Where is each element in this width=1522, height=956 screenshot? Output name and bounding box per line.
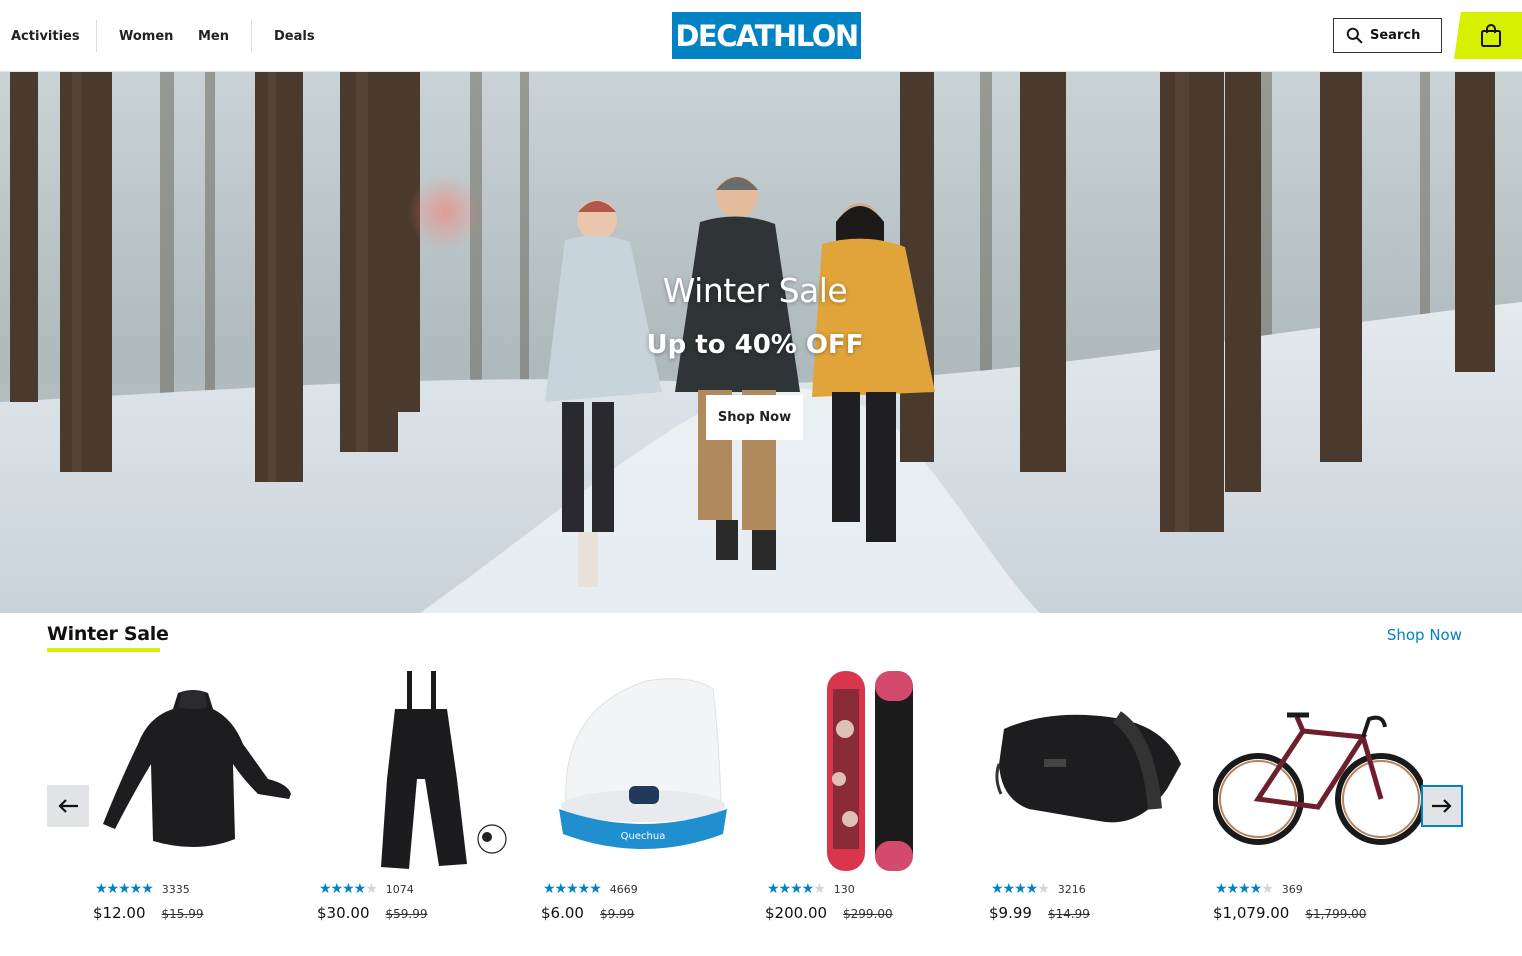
product-image: Quechua [559,678,727,849]
sale-price: $6.00 [541,904,584,922]
cart-button[interactable] [1454,12,1522,59]
hero-title: Winter Sale [662,271,848,310]
svg-text:Quechua: Quechua [621,831,666,842]
original-price: $9.99 [599,907,635,921]
product-rating: ★★★★★ 3335 [95,881,190,897]
product-card[interactable]: ★★★★★ 3335 $12.00 $15.99 [93,669,303,929]
section-shop-now-link[interactable]: Shop Now [1387,626,1462,644]
product-card[interactable]: Quechua ★★★★★ 4669 $6.00 $9.99 [541,669,751,929]
product-prices: $30.00 $59.99 [317,904,428,922]
decathlon-logo[interactable]: DECATHLON [672,12,861,59]
search-button[interactable]: Search [1333,18,1442,53]
nav-women[interactable]: Women [119,29,173,44]
nav-men[interactable]: Men [198,29,229,44]
review-count: 4669 [609,882,638,896]
carousel-next-button[interactable] [1421,785,1463,827]
original-price: $14.99 [1047,907,1090,921]
rating-stars: ★★★★★ [1215,881,1274,897]
hero-subtitle: Up to 40% OFF [646,330,864,360]
product-rating: ★★★★★ 1074 [319,881,414,897]
sale-price: $9.99 [989,904,1032,922]
product-prices: $200.00 $299.00 [765,904,893,922]
original-price: $59.99 [385,907,428,921]
review-count: 1074 [385,882,414,896]
product-image [1213,712,1423,845]
search-label: Search [1370,28,1421,43]
product-carousel: ★★★★★ 3335 $12.00 $15.99 ★★★★★ 1074 $30.… [93,669,1433,929]
product-rating: ★★★★★ 369 [1215,881,1303,897]
sale-price: $12.00 [93,904,146,922]
original-price: $299.00 [843,907,893,921]
product-rating: ★★★★★ 4669 [543,881,638,897]
arrow-left-icon [58,799,78,813]
product-image [103,690,291,848]
product-image [995,711,1181,823]
review-count: 3335 [161,882,190,896]
product-rating: ★★★★★ 3216 [991,881,1086,897]
arrow-right-icon [1432,799,1452,813]
rating-stars: ★★★★★ [543,881,602,897]
product-rating: ★★★★★ 130 [767,881,855,897]
original-price: $15.99 [161,907,204,921]
product-card[interactable]: ★★★★★ 3216 $9.99 $14.99 [989,669,1199,929]
product-card[interactable]: ★★★★★ 1074 $30.00 $59.99 [317,669,527,929]
site-header: Activities Women Men Deals DECATHLON Sea… [0,0,1522,72]
nav-divider [96,20,97,52]
product-card[interactable]: ★★★★★ 130 $200.00 $299.00 [765,669,975,929]
rating-stars: ★★★★★ [991,881,1050,897]
section-title-underline [47,648,160,652]
rating-stars: ★★★★★ [95,881,154,897]
shopping-bag-icon [1481,23,1501,47]
product-image [381,671,507,869]
carousel-prev-button[interactable] [47,785,89,827]
review-count: 130 [833,882,855,896]
nav-activities[interactable]: Activities [11,29,80,44]
product-prices: $12.00 $15.99 [93,904,204,922]
hero-banner: Winter Sale Up to 40% OFF Shop Now [0,72,1522,613]
nav-divider [251,20,252,52]
product-prices: $6.00 $9.99 [541,904,634,922]
sale-price: $200.00 [765,904,828,922]
nav-deals[interactable]: Deals [274,29,315,44]
original-price: $1,799.00 [1305,907,1367,921]
product-prices: $1,079.00 $1,799.00 [1213,904,1366,922]
winter-sale-section: Winter Sale Shop Now ★★★★★ 3335 $12.00 $… [40,613,1474,956]
sale-price: $30.00 [317,904,370,922]
search-icon [1346,27,1363,44]
section-title: Winter Sale [47,623,169,645]
review-count: 3216 [1057,882,1086,896]
sale-price: $1,079.00 [1213,904,1290,922]
rating-stars: ★★★★★ [767,881,826,897]
product-card[interactable]: ★★★★★ 369 $1,079.00 $1,799.00 [1213,669,1423,929]
product-image [827,671,913,871]
review-count: 369 [1281,882,1303,896]
product-prices: $9.99 $14.99 [989,904,1090,922]
rating-stars: ★★★★★ [319,881,378,897]
hero-shop-now-button[interactable]: Shop Now [706,395,803,440]
